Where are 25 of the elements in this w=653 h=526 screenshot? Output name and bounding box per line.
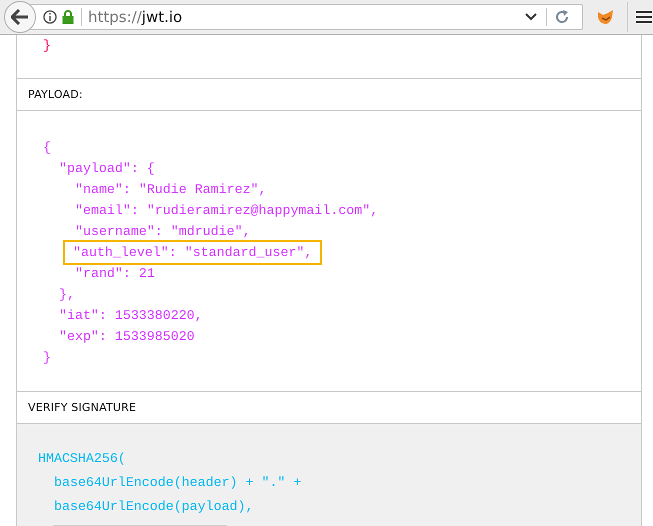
code-line: "payload": { bbox=[58, 160, 156, 178]
code-line: "name": "Rudie Ramirez", bbox=[74, 181, 268, 199]
code-line: } bbox=[42, 349, 52, 367]
section-title: PAYLOAD: bbox=[17, 79, 641, 111]
code-line: { bbox=[42, 139, 52, 157]
code-line: "rand": 21 bbox=[74, 265, 156, 283]
address-bar[interactable]: https://jwt.io bbox=[29, 4, 583, 30]
menu-icon[interactable] bbox=[636, 10, 652, 24]
info-icon bbox=[43, 10, 57, 24]
caret-icon[interactable] bbox=[525, 13, 537, 21]
code-line: base64UrlEncode(header) + "." + bbox=[53, 474, 302, 492]
code-line: "exp": 1533985020 bbox=[58, 328, 196, 346]
code-line: }, bbox=[58, 286, 76, 304]
fox-icon[interactable] bbox=[597, 9, 615, 25]
code-line: } bbox=[42, 37, 52, 55]
back-button[interactable] bbox=[4, 1, 36, 33]
code-line: HMACSHA256( bbox=[37, 450, 127, 468]
code-line: base64UrlEncode(payload), bbox=[53, 498, 254, 516]
lock-icon bbox=[62, 10, 74, 24]
code-line: "iat": 1533380220, bbox=[58, 307, 204, 325]
code-line: "email": "rudieramirez@happymail.com", bbox=[74, 202, 380, 220]
url-text: https://jwt.io bbox=[88, 8, 184, 26]
reload-icon[interactable] bbox=[555, 10, 569, 24]
code-line: "username": "mdrudie", bbox=[74, 223, 252, 241]
back-arrow-icon bbox=[11, 9, 29, 25]
